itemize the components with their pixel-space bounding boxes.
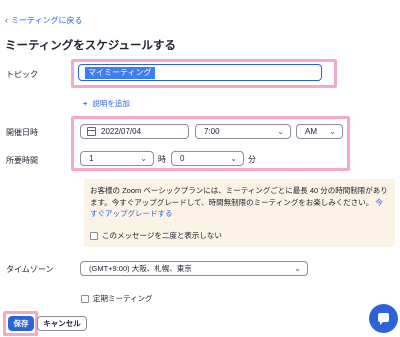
chevron-down-icon: ⌄ [294,264,301,273]
duration-minutes-select[interactable]: 0 ⌄ [171,151,244,166]
dismiss-label: このメッセージを二度と表示しない [102,231,222,240]
duration-hours-value: 1 [89,154,94,163]
add-description-link[interactable]: + 説明を追加 [83,98,130,109]
ampm-value: AM [305,127,317,136]
timezone-label: タイムゾーン [6,265,54,274]
add-description-label: 説明を追加 [92,99,130,108]
minutes-unit: 分 [248,155,256,164]
plan-limit-notice: お客様の Zoom ベーシックプランには、ミーティングごとに最長 40 分の時間… [84,179,395,247]
topic-label: トピック [6,70,38,79]
hours-unit: 時 [158,155,166,164]
timezone-value: (GMT+9:00) 大阪、札幌、東京 [89,264,192,273]
back-link[interactable]: ‹ ミーティングに戻る [5,15,83,26]
notice-text-block: お客様の Zoom ベーシックプランには、ミーティングごとに最長 40 分の時間… [90,185,390,220]
calendar-icon [87,127,96,136]
start-date-value: 2022/07/04 [101,127,142,136]
notice-text: お客様の Zoom ベーシックプランには、ミーティングごとに最長 40 分の時間… [90,186,388,207]
dismiss-checkbox[interactable] [90,231,98,240]
plus-icon: + [83,99,88,108]
topic-input[interactable]: マイミーティング [78,64,322,81]
recurring-checkbox[interactable] [81,294,89,303]
chevron-left-icon: ‹ [5,15,8,25]
back-link-label: ミーティングに戻る [11,16,83,25]
page-title: ミーティングをスケジュールする [5,40,177,52]
duration-minutes-value: 0 [180,154,185,163]
start-time-value: 7:00 [204,127,220,136]
chevron-down-icon: ⌄ [230,154,237,163]
recurring-label: 定期ミーティング [93,294,153,303]
start-date-field[interactable]: 2022/07/04 [80,124,189,139]
cancel-button[interactable]: キャンセル [37,316,87,331]
recurring-option[interactable]: 定期ミーティング [81,293,153,304]
chevron-down-icon: ⌄ [329,127,336,136]
chat-button[interactable] [369,304,398,333]
chat-bubble-icon [378,313,389,325]
start-time-select[interactable]: 7:00 ⌄ [195,124,291,139]
topic-input-value: マイミーティング [85,67,155,79]
ampm-select[interactable]: AM ⌄ [296,124,343,139]
start-label: 開催日時 [6,128,38,137]
chevron-down-icon: ⌄ [140,154,147,163]
save-button[interactable]: 保存 [8,316,34,331]
duration-hours-select[interactable]: 1 ⌄ [80,151,154,166]
duration-label: 所要時間 [6,156,38,165]
timezone-select[interactable]: (GMT+9:00) 大阪、札幌、東京 ⌄ [80,261,308,276]
chevron-down-icon: ⌄ [277,127,284,136]
dismiss-notice-option[interactable]: このメッセージを二度と表示しない [90,230,222,241]
